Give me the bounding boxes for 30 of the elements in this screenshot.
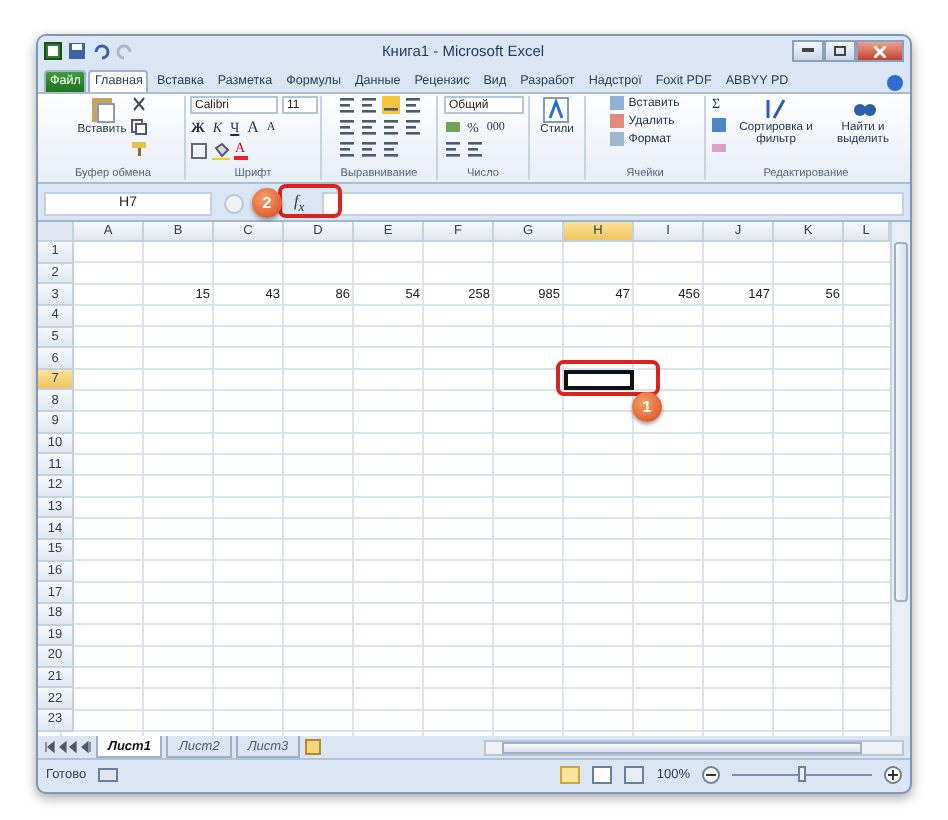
scrollbar-thumb[interactable] — [894, 242, 908, 602]
clipboard-icon — [87, 96, 116, 124]
scrollbar-thumb[interactable] — [502, 741, 862, 753]
formula-input[interactable] — [322, 191, 904, 215]
maximize-button[interactable] — [824, 40, 856, 62]
undo-icon[interactable] — [92, 42, 110, 60]
fill-bucket-icon[interactable] — [211, 141, 229, 159]
copy-icon[interactable] — [130, 118, 149, 136]
vertical-scrollbar[interactable] — [890, 222, 910, 736]
help-icon[interactable] — [886, 74, 904, 92]
spreadsheet-icon[interactable] — [44, 42, 62, 60]
close-icon — [874, 45, 886, 57]
maximize-icon — [834, 46, 846, 56]
sheet-navigation-icon[interactable] — [44, 738, 92, 756]
insert-function-button[interactable]: f$_{x}$ — [288, 191, 311, 215]
zoom-slider-thumb[interactable] — [798, 765, 806, 781]
save-icon[interactable] — [68, 42, 86, 60]
borders-icon[interactable] — [189, 141, 207, 159]
scissors-icon[interactable] — [130, 96, 149, 114]
align-bottom-icon[interactable] — [381, 96, 399, 114]
zoom-out-icon[interactable] — [702, 765, 720, 783]
horizontal-scrollbar[interactable] — [484, 739, 904, 755]
minimize-button[interactable] — [792, 40, 824, 62]
grow-font-button[interactable]: A — [245, 118, 261, 136]
active-cell — [564, 369, 634, 391]
brush-icon[interactable] — [130, 140, 149, 158]
step-number-badge: 2 — [252, 188, 282, 218]
zoom-in-icon[interactable] — [884, 765, 902, 783]
close-button[interactable] — [856, 40, 904, 62]
minimize-icon — [802, 48, 814, 54]
